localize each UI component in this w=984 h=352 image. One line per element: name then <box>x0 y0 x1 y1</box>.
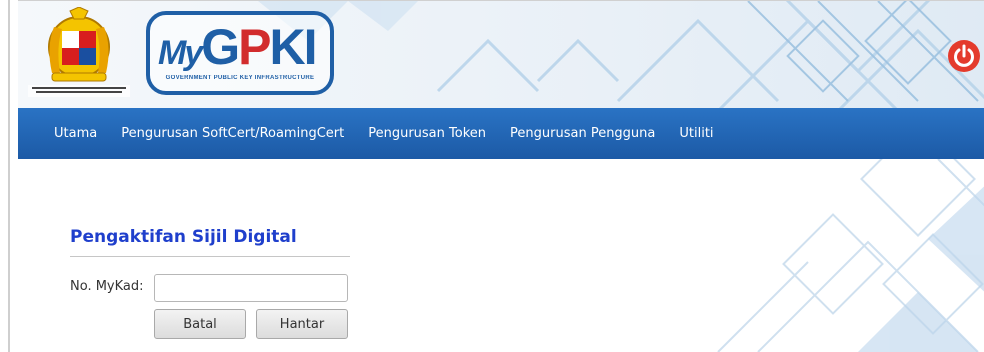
logo-g: G <box>201 19 240 75</box>
mygpki-logo: MyGPKI GOVERNMENT PUBLIC KEY INFRASTRUCT… <box>142 7 338 101</box>
logo-my: My <box>158 34 203 72</box>
logo-p: P <box>238 19 271 75</box>
malaysia-coat-of-arms-icon <box>28 7 130 97</box>
submit-button[interactable]: Hantar <box>256 309 348 339</box>
nav-item-utama[interactable]: Utama <box>54 126 97 141</box>
nav-item-pengurusan-token[interactable]: Pengurusan Token <box>368 126 486 141</box>
power-icon <box>954 44 974 67</box>
nav-item-pengurusan-softcert[interactable]: Pengurusan SoftCert/RoamingCert <box>121 126 344 141</box>
logo-subtitle: GOVERNMENT PUBLIC KEY INFRASTRUCTURE <box>165 75 315 81</box>
logout-power-button[interactable] <box>948 40 980 72</box>
app-frame: MyGPKI GOVERNMENT PUBLIC KEY INFRASTRUCT… <box>0 0 984 352</box>
main-navigation: Utama Pengurusan SoftCert/RoamingCert Pe… <box>18 108 984 159</box>
logo-ki: KI <box>269 19 318 75</box>
cancel-button[interactable]: Batal <box>154 309 246 339</box>
header-banner: MyGPKI GOVERNMENT PUBLIC KEY INFRASTRUCT… <box>18 0 984 109</box>
nav-item-utiliti[interactable]: Utiliti <box>679 126 713 141</box>
title-divider <box>70 256 350 257</box>
main-content: Pengaktifan Sijil Digital No. MyKad: Bat… <box>18 159 984 352</box>
form-title: Pengaktifan Sijil Digital <box>70 227 297 247</box>
logo-wordmark: MyGPKI <box>158 17 318 83</box>
mykad-label: No. MyKad: <box>70 279 144 294</box>
mykad-input[interactable] <box>154 274 348 302</box>
nav-item-pengurusan-pengguna[interactable]: Pengurusan Pengguna <box>510 126 655 141</box>
